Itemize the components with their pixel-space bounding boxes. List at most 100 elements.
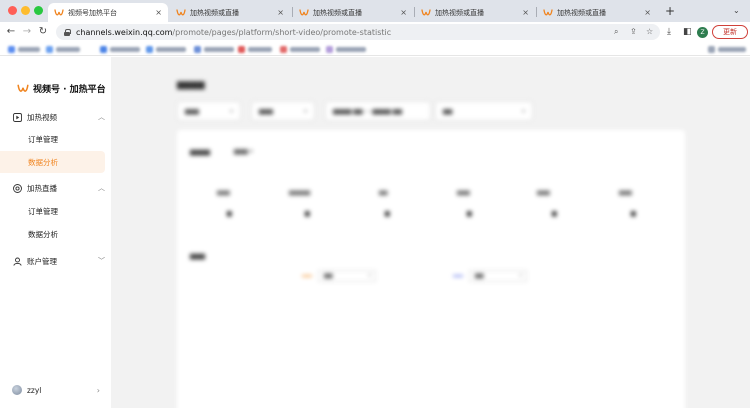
bookmark-item[interactable] [326, 45, 366, 53]
forward-arrow-icon[interactable]: → [20, 24, 34, 40]
metric-label: ▆▆▆ [457, 190, 470, 196]
sidebar-item-video-analytics[interactable]: 数据分析 [0, 151, 105, 173]
address-bar[interactable]: channels.weixin.qq.com/promote/pages/pla… [56, 24, 660, 40]
tab-active[interactable]: 视频号加热平台 × [48, 3, 168, 22]
side-panel-icon[interactable]: ◧ [683, 26, 692, 38]
series-placeholder: ▆▆ [324, 273, 333, 279]
metric-value: ▆ [227, 210, 232, 217]
sidebar-group-account[interactable]: 账户管理 ﹀ [13, 254, 105, 268]
metric-label: ▆▆▆ [619, 190, 632, 196]
tab-strip: 视频号加热平台 × 加热视频或直播 × 加热视频或直播 × 加热视频或直播 × … [0, 0, 750, 22]
chevron-up-icon: ︿ [98, 184, 105, 192]
filter-placeholder: ▆▆▆ [259, 107, 273, 115]
filter-placeholder: ▆▆ [443, 107, 453, 115]
filter-dropdown[interactable]: ▆▆▆ ▾ [177, 101, 241, 121]
sidebar-group-label: 加热直播 [27, 183, 57, 193]
bookmark-item[interactable] [146, 45, 186, 53]
chevron-right-icon: › [96, 385, 100, 395]
live-icon [13, 183, 22, 193]
chart-series-selector[interactable]: ▆▆ ▾ [302, 270, 376, 282]
tab-label: 加热视频或直播 [435, 8, 484, 17]
window-zoom-button[interactable] [34, 6, 43, 15]
sidebar: 视频号 · 加热平台 加热视频 ︿ 订单管理 数据分析 加热直播 ︿ 订单管理 … [0, 57, 111, 408]
filter-dropdown[interactable]: ▆▆▆ ▾ [251, 101, 315, 121]
metric-label: ▆▆▆ [537, 190, 550, 196]
tab-close-icon[interactable]: × [522, 8, 529, 17]
metric-value: ▆ [385, 210, 390, 217]
tab-search-chevron-icon[interactable]: ⌄ [733, 6, 740, 15]
new-tab-button[interactable]: + [662, 3, 678, 19]
metric-value: ▆ [305, 210, 310, 217]
tab-label: 加热视频或直播 [190, 8, 239, 17]
update-label: 更新 [723, 28, 737, 36]
chevron-down-icon: ▾ [303, 107, 307, 115]
bookmark-item[interactable] [194, 45, 234, 53]
tab-close-icon[interactable]: × [277, 8, 284, 17]
filter-dropdown[interactable]: ▆▆ ▾ [435, 101, 533, 121]
filter-placeholder: ▆▆▆▆ ▆▆ — ▆▆▆▆ ▆▆ [333, 107, 402, 115]
sidebar-item-label: 数据分析 [28, 229, 58, 239]
chevron-down-icon: ﹀ [98, 257, 105, 265]
sidebar-item-live-orders[interactable]: 订单管理 [0, 200, 105, 222]
tab-5[interactable]: 加热视频或直播 × [537, 3, 657, 22]
window-minimize-button[interactable] [21, 6, 30, 15]
metric-value: ▆ [467, 210, 472, 217]
bookmark-item[interactable] [8, 45, 40, 53]
avatar [12, 385, 22, 395]
tab-label: 加热视频或直播 [557, 8, 606, 17]
url-path: /promote/pages/platform/short-video/prom… [172, 27, 392, 37]
share-icon[interactable]: ⇪ [630, 27, 637, 36]
sidebar-item-label: 数据分析 [28, 157, 58, 167]
bookmarks-bar [0, 42, 750, 56]
bookmark-folder[interactable] [708, 45, 746, 53]
tab-label: 视频号加热平台 [68, 8, 117, 17]
channels-logo-icon [299, 8, 309, 15]
user-menu[interactable]: zzyl › [12, 384, 100, 396]
chevron-down-icon: ▾ [519, 273, 522, 279]
chevron-down-icon: ▾ [368, 273, 371, 279]
sidebar-group-label: 加热视频 [27, 112, 57, 122]
panel-title: ▆▆▆▆ [190, 148, 210, 156]
brand-name: 视频号 · 加热平台 [33, 85, 106, 95]
back-arrow-icon[interactable]: ← [4, 24, 18, 40]
sidebar-item-live-analytics[interactable]: 数据分析 [0, 223, 105, 245]
series-dropdown[interactable]: ▆▆ ▾ [318, 270, 376, 282]
sidebar-group-live[interactable]: 加热直播 ︿ [13, 181, 105, 195]
profile-avatar[interactable]: Z [697, 27, 708, 38]
download-icon[interactable]: ⤓ [667, 26, 671, 38]
section-title: ▆▆▆ [190, 252, 205, 260]
sidebar-item-video-orders[interactable]: 订单管理 [0, 128, 105, 150]
tab-close-icon[interactable]: × [400, 8, 407, 17]
bookmark-item[interactable] [280, 45, 320, 53]
metric-label: ▆▆ [379, 190, 388, 196]
sidebar-group-video[interactable]: 加热视频 ︿ [13, 110, 105, 124]
bookmark-item[interactable] [100, 45, 140, 53]
url-host: channels.weixin.qq.com [76, 27, 173, 37]
tab-2[interactable]: 加热视频或直播 × [170, 3, 290, 22]
chart-series-selector[interactable]: ▆▆ ▾ [453, 270, 527, 282]
tab-close-icon[interactable]: × [155, 8, 162, 17]
update-button[interactable]: 更新 [712, 25, 748, 39]
window-close-button[interactable] [8, 6, 17, 15]
chevron-up-icon: ︿ [98, 113, 105, 121]
metric-label: ▆▆▆▆▆ [289, 190, 311, 196]
lock-icon[interactable] [64, 28, 71, 36]
search-icon[interactable]: ⌕ [614, 27, 618, 37]
tab-close-icon[interactable]: × [644, 8, 651, 17]
date-range-picker[interactable]: ▆▆▆▆ ▆▆ — ▆▆▆▆ ▆▆ [325, 101, 431, 121]
panel-selector[interactable]: ▆▆▆ ▾ [234, 148, 253, 155]
account-icon [13, 257, 22, 266]
series-swatch [453, 275, 463, 277]
bookmark-star-icon[interactable]: ☆ [646, 27, 653, 36]
tab-4[interactable]: 加热视频或直播 × [415, 3, 535, 22]
chevron-down-icon: ▾ [229, 107, 233, 115]
series-dropdown[interactable]: ▆▆ ▾ [469, 270, 527, 282]
sidebar-group-label: 账户管理 [27, 256, 57, 266]
bookmark-item[interactable] [238, 45, 272, 53]
chevron-down-icon: ▾ [521, 107, 525, 115]
tab-3[interactable]: 加热视频或直播 × [293, 3, 413, 22]
user-name: zzyl [27, 385, 42, 395]
reload-icon[interactable]: ↻ [36, 24, 50, 40]
channels-logo-icon [176, 8, 186, 15]
bookmark-item[interactable] [46, 45, 80, 53]
